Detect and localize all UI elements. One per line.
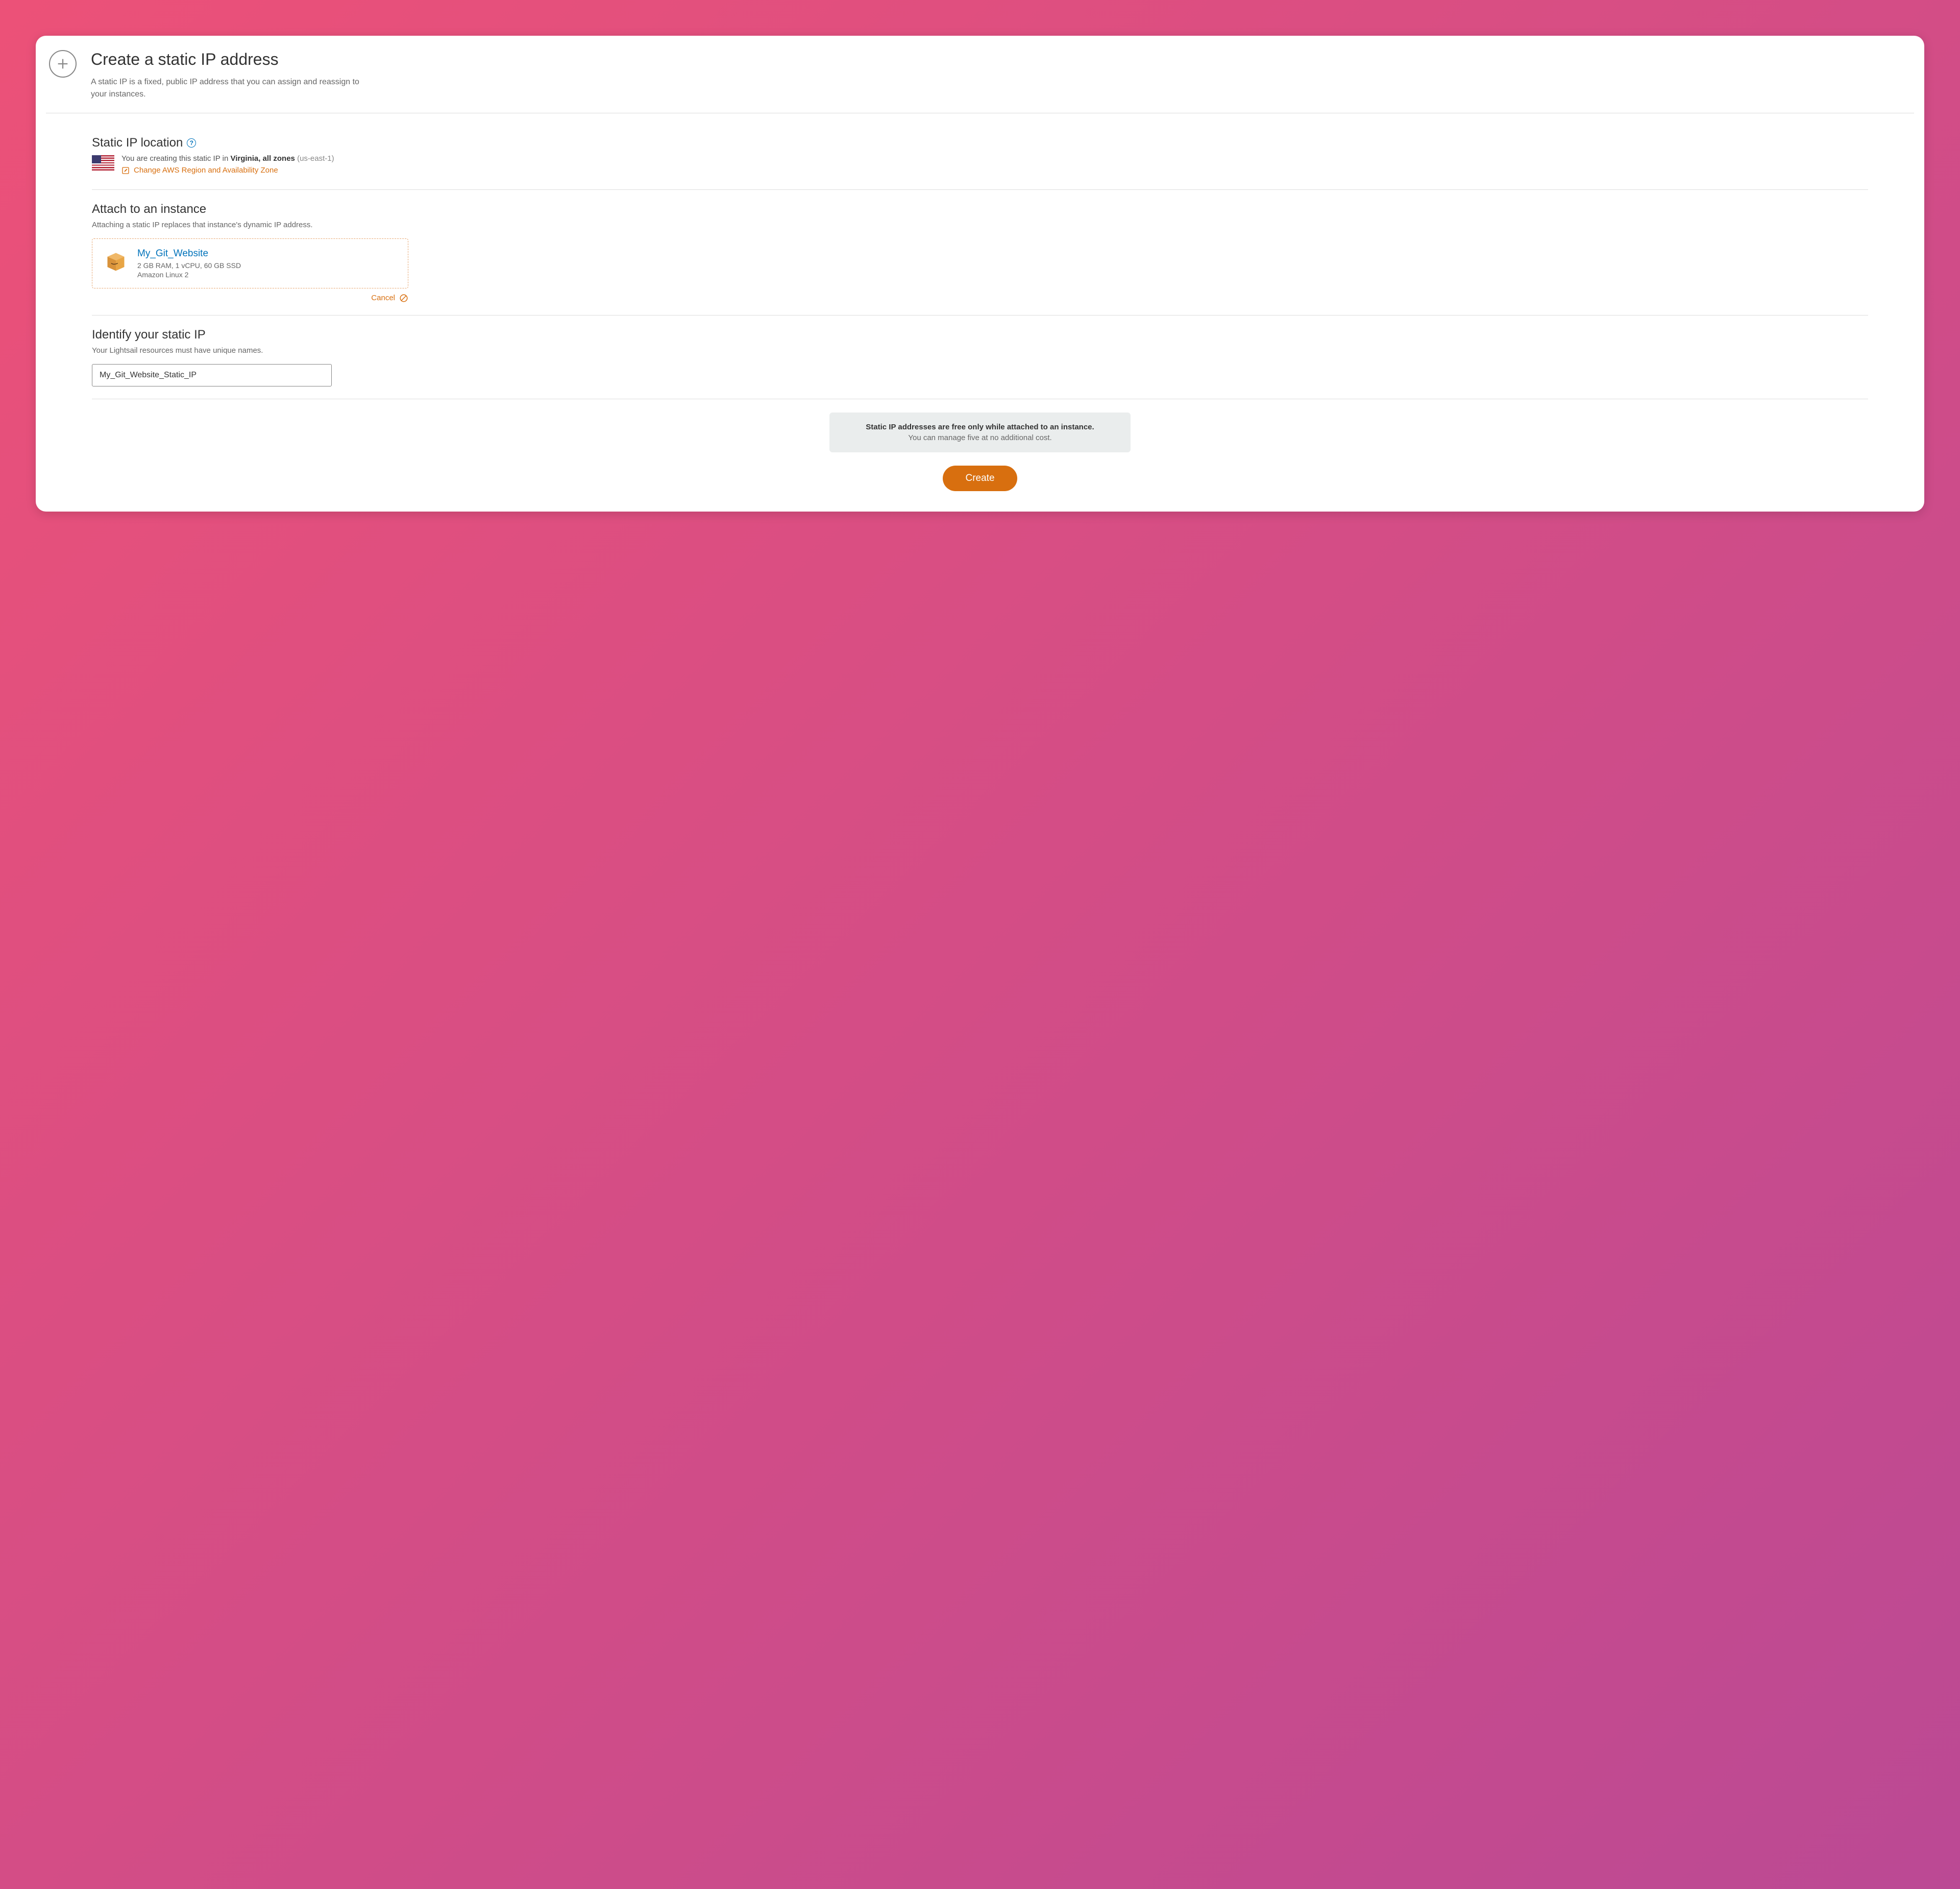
attach-subtitle: Attaching a static IP replaces that inst… [92,221,1868,229]
change-region-link[interactable]: Change AWS Region and Availability Zone [121,166,278,175]
instance-os: Amazon Linux 2 [137,271,241,279]
static-ip-name-input[interactable] [92,364,332,386]
help-icon[interactable]: ? [187,138,196,148]
us-flag-icon [92,155,114,171]
create-button[interactable]: Create [943,466,1017,491]
identify-section: Identify your static IP Your Lightsail r… [36,316,1924,399]
info-box: Static IP addresses are free only while … [829,413,1131,452]
edit-icon [121,166,130,175]
cancel-link[interactable]: Cancel [371,294,395,302]
location-heading: Static IP location ? [92,136,1868,150]
header: Create a static IP address A static IP i… [36,36,1924,113]
page-title: Create a static IP address [91,50,377,69]
identify-subtitle: Your Lightsail resources must have uniqu… [92,346,1868,355]
cancel-icon[interactable] [399,294,408,303]
package-box-icon [105,250,127,273]
attach-heading: Attach to an instance [92,202,1868,216]
location-section: Static IP location ? You are creating th… [36,113,1924,189]
page-subtitle: A static IP is a fixed, public IP addres… [91,76,377,101]
identify-heading: Identify your static IP [92,328,1868,342]
instance-specs: 2 GB RAM, 1 vCPU, 60 GB SSD [137,261,241,270]
footer: Static IP addresses are free only while … [36,399,1924,512]
location-text: You are creating this static IP in Virgi… [121,154,334,163]
create-static-ip-card: Create a static IP address A static IP i… [36,36,1924,512]
info-bold: Static IP addresses are free only while … [845,423,1115,431]
instance-name[interactable]: My_Git_Website [137,248,241,259]
plus-icon [49,50,77,78]
header-text: Create a static IP address A static IP i… [91,50,377,101]
instance-card[interactable]: My_Git_Website 2 GB RAM, 1 vCPU, 60 GB S… [92,238,408,288]
info-sub: You can manage five at no additional cos… [845,433,1115,442]
attach-section: Attach to an instance Attaching a static… [36,190,1924,315]
